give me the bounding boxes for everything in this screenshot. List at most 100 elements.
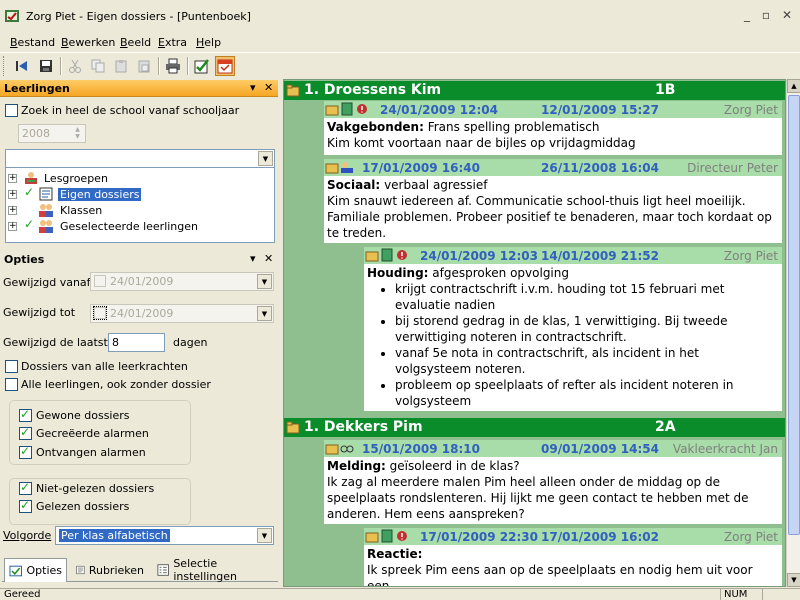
menu-bestand[interactable]: Bestand — [10, 36, 55, 49]
scroll-up-icon[interactable]: ▲ — [787, 79, 800, 93]
niet-gelezen-checkbox[interactable] — [19, 480, 32, 495]
alle-leerlingen-label: Alle leerlingen, ook zonder dossier — [21, 378, 211, 391]
calendar-icon[interactable] — [215, 56, 235, 76]
tree-checkmark[interactable] — [23, 217, 36, 232]
student-header[interactable]: 1. Dekkers Pim 2A — [284, 418, 785, 437]
pin-icon[interactable]: ▾ — [250, 81, 256, 94]
folder-icon — [286, 421, 300, 434]
year-spinner[interactable]: 2008 ▲ ▼ — [18, 124, 86, 143]
entry-subject: geïsoleerd in de klas? — [389, 459, 520, 473]
ontvangen-alarmen-checkbox[interactable] — [19, 444, 32, 459]
toolbar-separator — [158, 57, 160, 75]
leerlingen-dropdown[interactable]: ▼ — [5, 149, 275, 168]
student-class: 2A — [655, 419, 676, 435]
tree-checkmark[interactable] — [23, 185, 36, 200]
paste-icon[interactable] — [111, 56, 131, 76]
alle-leerlingen-checkbox[interactable] — [5, 378, 18, 391]
tree-expand-icon[interactable]: + — [8, 190, 17, 199]
dossier-entry[interactable]: 24/01/2009 12:04 12/01/2009 15:27 Zorg P… — [324, 101, 782, 155]
chevron-down-icon[interactable]: ▼ — [257, 528, 272, 543]
leerlingen-panel-header: Leerlingen ▾ ✕ — [0, 80, 278, 97]
tree-item-label[interactable]: Lesgroepen — [44, 172, 108, 185]
tree-expand-icon[interactable]: + — [8, 222, 17, 231]
dossier-entry[interactable]: 17/01/2009 22:30 17/01/2009 16:02 Zorg P… — [364, 528, 782, 586]
entry-date-modified: 24/01/2009 12:03 — [420, 249, 538, 263]
vertical-scrollbar[interactable]: ▲ ▼ — [786, 79, 800, 587]
close-panel-icon[interactable]: ✕ — [264, 252, 273, 265]
chevron-down-icon[interactable]: ▼ — [258, 151, 273, 166]
print-icon[interactable] — [163, 56, 183, 76]
entry-header: 17/01/2009 22:30 17/01/2009 16:02 Zorg P… — [364, 528, 782, 545]
menu-beeld[interactable]: Beeld — [120, 36, 151, 49]
entry-category: Houding: — [367, 266, 429, 280]
list-item: krijgt contractschrift i.v.m. houding to… — [395, 281, 777, 313]
menu-bewerken[interactable]: Bewerken — [61, 36, 115, 49]
entry-date-modified: 24/01/2009 12:04 — [380, 103, 498, 117]
leerlingen-tree: + Lesgroepen + Eigen dossiers + Klassen … — [5, 167, 275, 243]
toolbar-grip[interactable] — [3, 56, 6, 76]
restore-icon[interactable]: ▫ — [757, 7, 775, 23]
window-title: Zorg Piet - Eigen dossiers - [Puntenboek… — [26, 10, 251, 23]
cut-icon[interactable] — [65, 56, 85, 76]
dossier-entry[interactable]: 17/01/2009 16:40 26/11/2008 16:04 Direct… — [324, 159, 782, 243]
gewone-dossiers-checkbox[interactable] — [19, 407, 32, 422]
close-icon[interactable]: ✕ — [778, 7, 796, 23]
gelezen-checkbox[interactable] — [19, 498, 32, 513]
tree-item-label[interactable]: Klassen — [60, 204, 102, 217]
entry-date-modified: 17/01/2009 16:40 — [362, 161, 480, 175]
gecreeerde-alarmen-label: Gecreëerde alarmen — [36, 427, 149, 440]
first-icon[interactable] — [12, 56, 32, 76]
tree-item-label[interactable]: Geselecteerde leerlingen — [60, 220, 198, 233]
gewijzigd-tot-value: 24/01/2009 — [110, 307, 174, 320]
volgorde-dropdown[interactable]: Per klas alfabetisch ▼ — [55, 526, 274, 545]
group-icon — [25, 172, 37, 184]
niet-gelezen-label: Niet-gelezen dossiers — [36, 482, 155, 495]
scroll-thumb[interactable] — [788, 95, 800, 535]
people-icon — [341, 162, 353, 173]
zoek-school-label: Zoek in heel de school vanaf schooljaar — [21, 104, 240, 117]
gecreeerde-alarmen-checkbox[interactable] — [19, 425, 32, 440]
zoek-school-checkbox[interactable] — [5, 104, 18, 117]
entry-body: Reactie: Ik spreek Pim eens aan op de sp… — [367, 546, 777, 586]
close-panel-icon[interactable]: ✕ — [264, 81, 273, 94]
opties-panel: Opties ▾ ✕ Gewijzigd vanaf 24/01/2009 ▼ … — [0, 251, 278, 556]
class-icon — [39, 204, 53, 217]
gewijzigd-tot-field[interactable]: 24/01/2009 ▼ — [90, 304, 274, 323]
selection-settings-icon — [157, 564, 169, 576]
gewijzigd-tot-checkbox[interactable] — [93, 306, 107, 320]
entry-text: Kim snauwt iedereen af. Communicatie sch… — [327, 194, 772, 240]
check-icon[interactable] — [192, 56, 212, 76]
menu-help[interactable]: Help — [196, 36, 221, 49]
alle-leerkrachten-checkbox[interactable] — [5, 360, 18, 373]
scroll-down-icon[interactable]: ▼ — [787, 573, 800, 587]
tree-item-label[interactable]: Eigen dossiers — [58, 188, 142, 201]
tree-expand-icon[interactable]: + — [8, 206, 17, 215]
copy-icon[interactable] — [88, 56, 108, 76]
gewijzigd-vanaf-checkbox[interactable] — [94, 275, 106, 287]
entry-author: Zorg Piet — [723, 103, 778, 117]
entry-body: Sociaal: verbaal agressief Kim snauwt ie… — [327, 177, 777, 241]
spinner-arrows-icon[interactable]: ▲ ▼ — [71, 126, 84, 141]
student-header[interactable]: 1. Droessens Kim 1B — [284, 81, 785, 100]
folder-icon — [365, 532, 379, 543]
entry-body: Vakgebonden: Frans spelling problematisc… — [327, 119, 636, 151]
tab-opties[interactable]: Opties — [4, 558, 67, 582]
folder-icon — [286, 84, 300, 97]
tab-selectie-instellingen[interactable]: Selectie instellingen — [153, 557, 275, 583]
chevron-down-icon[interactable]: ▼ — [257, 274, 272, 289]
dossier-entry[interactable]: 24/01/2009 12:03 14/01/2009 21:52 Zorg P… — [364, 247, 782, 411]
dossier-entry[interactable]: 15/01/2009 18:10 09/01/2009 14:54 Vaklee… — [324, 440, 782, 524]
paste-special-icon[interactable] — [134, 56, 154, 76]
minimize-icon[interactable]: _ — [738, 7, 756, 23]
laatste-days-input[interactable]: 8 — [108, 333, 165, 352]
entry-author: Zorg Piet — [723, 530, 778, 544]
pin-icon[interactable]: ▾ — [250, 252, 256, 265]
tree-expand-icon[interactable]: + — [8, 174, 17, 183]
save-icon[interactable] — [36, 56, 56, 76]
gewijzigd-vanaf-field[interactable]: 24/01/2009 ▼ — [90, 272, 274, 291]
tab-rubrieken[interactable]: Rubrieken — [72, 558, 148, 582]
app-icon — [5, 10, 19, 22]
chevron-down-icon[interactable]: ▼ — [257, 306, 272, 321]
num-lock-indicator: NUM — [720, 589, 760, 600]
menu-extra[interactable]: Extra — [158, 36, 187, 49]
